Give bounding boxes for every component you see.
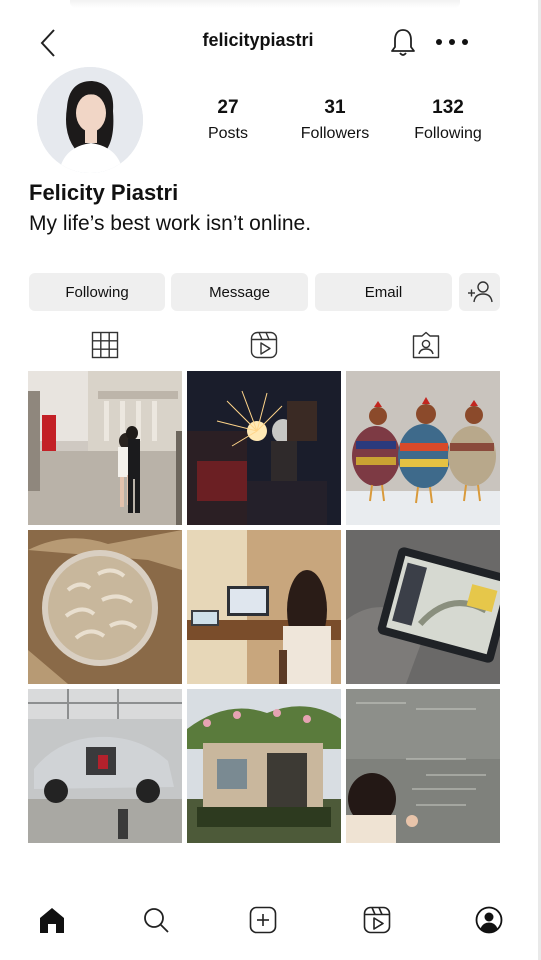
profile-icon	[475, 906, 503, 934]
post-thumbnail[interactable]	[187, 371, 341, 525]
reels-icon	[363, 906, 391, 934]
tab-reels[interactable]	[246, 327, 282, 363]
profile-stats: 27 Posts 31 Followers 132 Following	[180, 97, 500, 147]
photo-woman-laptop	[187, 530, 341, 684]
tab-tagged[interactable]	[408, 327, 444, 363]
add-user-icon	[467, 281, 493, 303]
photo-ivy-shed	[187, 689, 341, 843]
stat-followers[interactable]: 31 Followers	[280, 97, 390, 143]
more-options-button[interactable]	[434, 32, 472, 52]
nav-create[interactable]	[245, 902, 281, 938]
photo-bread-loaf	[28, 530, 182, 684]
post-thumbnail[interactable]	[28, 371, 182, 525]
stat-value: 31	[324, 97, 346, 118]
post-thumbnail[interactable]	[28, 530, 182, 684]
stat-following[interactable]: 132 Following	[393, 97, 503, 143]
status-bar-strip	[70, 0, 460, 8]
post-thumbnail[interactable]	[187, 530, 341, 684]
bell-icon	[391, 29, 415, 56]
photo-chickens-sweaters	[346, 371, 500, 525]
profile-avatar[interactable]	[37, 67, 143, 173]
stat-label: Posts	[207, 125, 248, 142]
photo-welding	[187, 371, 341, 525]
post-thumbnail[interactable]	[346, 371, 500, 525]
create-post-icon	[249, 906, 277, 934]
photo-car-garage	[28, 689, 182, 843]
stat-value: 27	[217, 97, 239, 118]
profile-bio: My life’s best work isn’t online.	[29, 212, 312, 235]
message-button[interactable]: Message	[171, 273, 308, 311]
photo-couple-street	[28, 371, 182, 525]
photo-tablet-racing-data	[346, 530, 500, 684]
post-thumbnail[interactable]	[346, 530, 500, 684]
post-thumbnail[interactable]	[346, 689, 500, 843]
stat-posts[interactable]: 27 Posts	[173, 97, 283, 143]
post-thumbnail[interactable]	[28, 689, 182, 843]
top-bar: felicitypiastri	[0, 22, 538, 62]
tab-grid[interactable]	[87, 327, 123, 363]
profile-display-name: Felicity Piastri	[29, 180, 179, 205]
home-icon	[40, 908, 64, 933]
grid-icon	[91, 331, 119, 359]
nav-profile[interactable]	[471, 902, 507, 938]
nav-reels[interactable]	[359, 902, 395, 938]
more-icon	[436, 39, 468, 45]
stat-label: Following	[414, 125, 482, 142]
bottom-navigation	[0, 896, 538, 944]
notifications-button[interactable]	[389, 26, 417, 58]
profile-tabs	[29, 327, 501, 363]
add-user-button[interactable]	[459, 273, 500, 311]
following-button[interactable]: Following	[29, 273, 165, 311]
stat-value: 132	[432, 97, 464, 118]
nav-search[interactable]	[138, 902, 174, 938]
stat-label: Followers	[300, 125, 370, 142]
photo-chalkboard-equations	[346, 689, 500, 843]
tagged-icon	[412, 331, 440, 359]
search-icon	[144, 908, 169, 933]
email-button[interactable]: Email	[315, 273, 452, 311]
reels-icon	[250, 331, 278, 359]
post-thumbnail[interactable]	[187, 689, 341, 843]
profile-actions: Following Message Email	[29, 273, 501, 311]
nav-home[interactable]	[34, 902, 70, 938]
avatar-photo	[37, 67, 143, 173]
